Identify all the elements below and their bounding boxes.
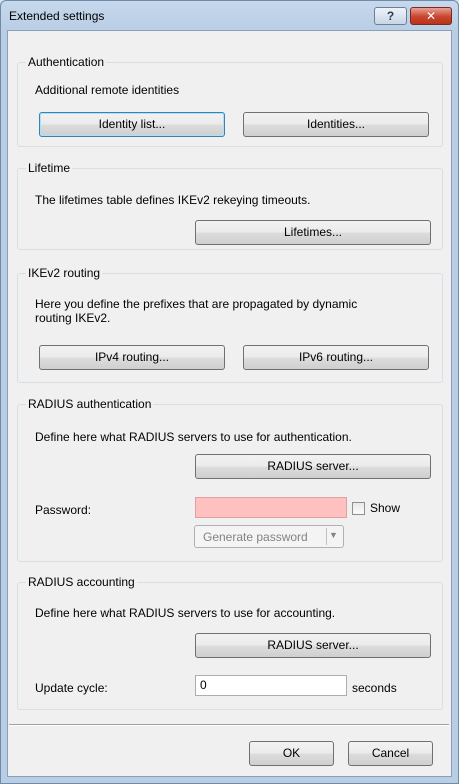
authentication-description: Additional remote identities (35, 83, 180, 97)
radius-authentication-description: Define here what RADIUS servers to use f… (35, 430, 352, 444)
show-password-label: Show (370, 501, 401, 515)
password-field[interactable] (195, 497, 347, 518)
radius-authentication-group-title: RADIUS authentication (26, 397, 154, 411)
authentication-group: Authentication Additional remote identit… (17, 55, 443, 147)
generate-password-label: Generate password (203, 530, 308, 544)
close-button[interactable]: ✕ (410, 7, 452, 25)
ok-button[interactable]: OK (249, 741, 334, 766)
authentication-group-title: Authentication (26, 55, 107, 69)
lifetime-description: The lifetimes table defines IKEv2 rekeyi… (35, 193, 311, 207)
identities-button[interactable]: Identities... (243, 112, 429, 137)
close-icon: ✕ (425, 9, 437, 23)
password-label: Password: (35, 503, 92, 517)
radius-accounting-group-title: RADIUS accounting (26, 575, 137, 589)
cancel-button[interactable]: Cancel (348, 741, 433, 766)
seconds-unit-label: seconds (352, 681, 397, 695)
generate-password-button[interactable]: Generate password ▼ (194, 525, 344, 548)
update-cycle-field[interactable]: 0 (195, 675, 347, 696)
ikev2-routing-group: IKEv2 routing Here you define the prefix… (17, 266, 443, 383)
radius-acct-server-button[interactable]: RADIUS server... (195, 633, 431, 658)
title-bar[interactable]: Extended settings ? ✕ (1, 1, 458, 31)
radius-auth-server-button[interactable]: RADIUS server... (195, 454, 431, 479)
help-icon: ? (386, 9, 395, 23)
ipv6-routing-button[interactable]: IPv6 routing... (243, 345, 429, 370)
ikev2-routing-description-line1: Here you define the prefixes that are pr… (35, 297, 358, 311)
show-password-checkbox[interactable] (352, 502, 365, 515)
radius-accounting-description: Define here what RADIUS servers to use f… (35, 606, 336, 620)
help-button[interactable]: ? (374, 7, 407, 25)
identity-list-button[interactable]: Identity list... (39, 112, 225, 137)
lifetime-group-title: Lifetime (26, 161, 73, 175)
radius-accounting-group: RADIUS accounting Define here what RADIU… (17, 575, 443, 710)
ikev2-routing-group-title: IKEv2 routing (26, 266, 103, 280)
ikev2-routing-description-line2: routing IKEv2. (35, 311, 111, 325)
update-cycle-label: Update cycle: (35, 681, 108, 695)
lifetimes-button[interactable]: Lifetimes... (195, 220, 431, 245)
footer-separator (9, 724, 449, 726)
chevron-down-icon[interactable]: ▼ (329, 530, 338, 540)
lifetime-group: Lifetime The lifetimes table defines IKE… (17, 161, 443, 250)
split-divider (326, 528, 327, 545)
radius-authentication-group: RADIUS authentication Define here what R… (17, 397, 443, 562)
ipv4-routing-button[interactable]: IPv4 routing... (39, 345, 225, 370)
window-title: Extended settings (9, 9, 105, 23)
